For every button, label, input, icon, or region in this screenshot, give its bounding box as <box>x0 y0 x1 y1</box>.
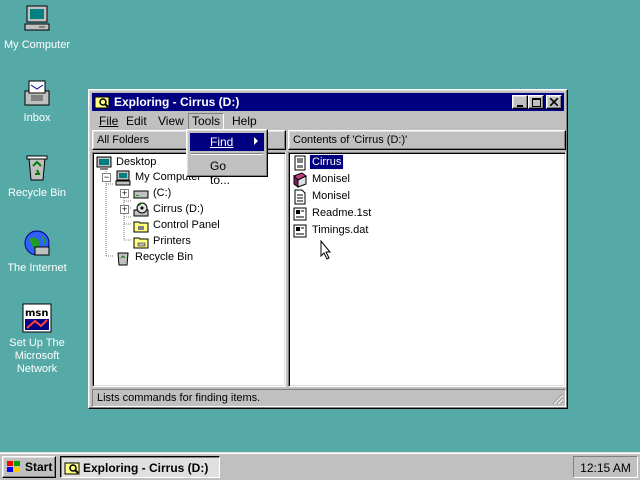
menu-label: View <box>158 114 184 128</box>
file-label: Monisel <box>312 190 350 202</box>
file-label: Monisel <box>312 173 350 185</box>
computer-icon <box>24 5 50 31</box>
explorer-icon <box>94 96 110 109</box>
desktop-icon-my-computer[interactable]: My Computer <box>0 4 77 52</box>
menu-help[interactable]: Help <box>228 113 261 130</box>
start-button[interactable]: Start <box>2 456 56 478</box>
text-file-icon <box>293 207 307 221</box>
menu-bar: File Edit View Tools Help <box>92 112 564 131</box>
close-icon <box>549 97 559 107</box>
explorer-icon <box>64 462 80 475</box>
window-title: Exploring - Cirrus (D:) <box>114 95 240 109</box>
menu-file[interactable]: File <box>95 113 122 130</box>
cd-drive-icon <box>133 202 149 217</box>
mouse-cursor-icon <box>320 240 332 260</box>
recycle-bin-icon <box>117 252 129 266</box>
tree-label: Control Panel <box>153 219 220 231</box>
desktop-label: My Computer <box>3 39 71 51</box>
computer-icon <box>115 170 131 186</box>
title-bar[interactable]: Exploring - Cirrus (D:) <box>92 93 564 111</box>
book-icon <box>293 172 307 188</box>
menu-edit[interactable]: Edit <box>122 113 151 130</box>
folder-icon <box>133 237 149 249</box>
desktop-icon-inbox[interactable]: Inbox <box>0 77 77 125</box>
file-label: Cirrus <box>308 154 345 170</box>
desktop-icon <box>96 156 112 170</box>
tree-label: Recycle Bin <box>135 251 194 263</box>
desktop-label: Inbox <box>23 112 51 124</box>
taskbar: Start Exploring - Cirrus (D:) 12:15 AM <box>0 452 640 480</box>
menu-item-label: Find <box>210 135 234 149</box>
contents-list[interactable]: Cirrus Monisel Monisel Readme.1st Timing… <box>288 152 566 387</box>
tree-label: Printers <box>153 235 191 247</box>
menu-label: Tools <box>192 114 221 128</box>
tree-label: (C:) <box>153 187 172 199</box>
inbox-icon <box>24 80 50 106</box>
menu-item-label: Go to... <box>210 159 231 187</box>
menu-label: Help <box>232 114 257 128</box>
tools-dropdown: Find Go to... <box>186 129 268 187</box>
internet-icon <box>24 230 50 256</box>
status-bar: Lists commands for finding items. <box>92 389 566 407</box>
collapse-toggle[interactable]: − <box>102 173 111 182</box>
resize-grip-icon[interactable] <box>552 393 564 405</box>
tree-label: Desktop <box>116 156 157 168</box>
menu-item-find[interactable]: Find <box>190 133 264 151</box>
minimize-icon <box>517 105 523 107</box>
menu-view[interactable]: View <box>154 113 188 130</box>
maximize-icon <box>531 98 541 107</box>
app-icon <box>294 155 306 171</box>
desktop-label: Set Up The Microsoft Network <box>9 337 65 375</box>
expand-toggle[interactable]: + <box>120 189 129 198</box>
right-header-label: Contents of 'Cirrus (D:)' <box>293 134 408 146</box>
msn-icon: msn <box>22 303 52 333</box>
taskbar-button-label: Exploring - Cirrus (D:) <box>83 461 209 475</box>
contents-header: Contents of 'Cirrus (D:)' <box>288 130 566 150</box>
maximize-button[interactable] <box>528 95 544 109</box>
recycle-bin-icon <box>26 155 48 181</box>
drive-icon <box>133 190 149 199</box>
desktop-label: The Internet <box>7 262 67 274</box>
menu-tools[interactable]: Tools <box>188 113 225 130</box>
data-file-icon <box>293 224 307 238</box>
close-button[interactable] <box>546 95 562 109</box>
svg-text:msn: msn <box>25 308 49 319</box>
menu-item-go-to[interactable]: Go to... <box>190 157 264 187</box>
submenu-arrow-icon <box>254 137 258 145</box>
desktop-icon-internet[interactable]: The Internet <box>0 227 77 275</box>
expand-toggle[interactable]: + <box>120 205 129 214</box>
clock[interactable]: 12:15 AM <box>580 461 631 475</box>
file-label: Readme.1st <box>312 207 372 219</box>
desktop-icon-msn[interactable]: msn Set Up The Microsoft Network <box>0 302 77 376</box>
menu-label: File <box>99 114 119 128</box>
folder-tree[interactable]: Desktop − My Computer + (C:) + Cirrus (D… <box>92 152 286 387</box>
desktop-label: Recycle Bin <box>7 187 67 199</box>
document-icon <box>294 189 306 205</box>
start-label: Start <box>25 460 53 474</box>
windows-logo-icon <box>7 461 20 472</box>
menu-label: Edit <box>126 114 147 128</box>
left-header-label: All Folders <box>97 134 149 146</box>
system-tray: 12:15 AM <box>573 456 638 478</box>
taskbar-button-explorer[interactable]: Exploring - Cirrus (D:) <box>60 456 220 478</box>
desktop-icon-recycle-bin[interactable]: Recycle Bin <box>0 152 77 200</box>
folder-icon <box>133 221 149 233</box>
file-label: Timings.dat <box>312 224 369 236</box>
status-text: Lists commands for finding items. <box>97 392 261 404</box>
minimize-button[interactable] <box>512 95 528 109</box>
tree-label: Cirrus (D:) <box>153 203 204 215</box>
menu-separator <box>191 153 263 155</box>
